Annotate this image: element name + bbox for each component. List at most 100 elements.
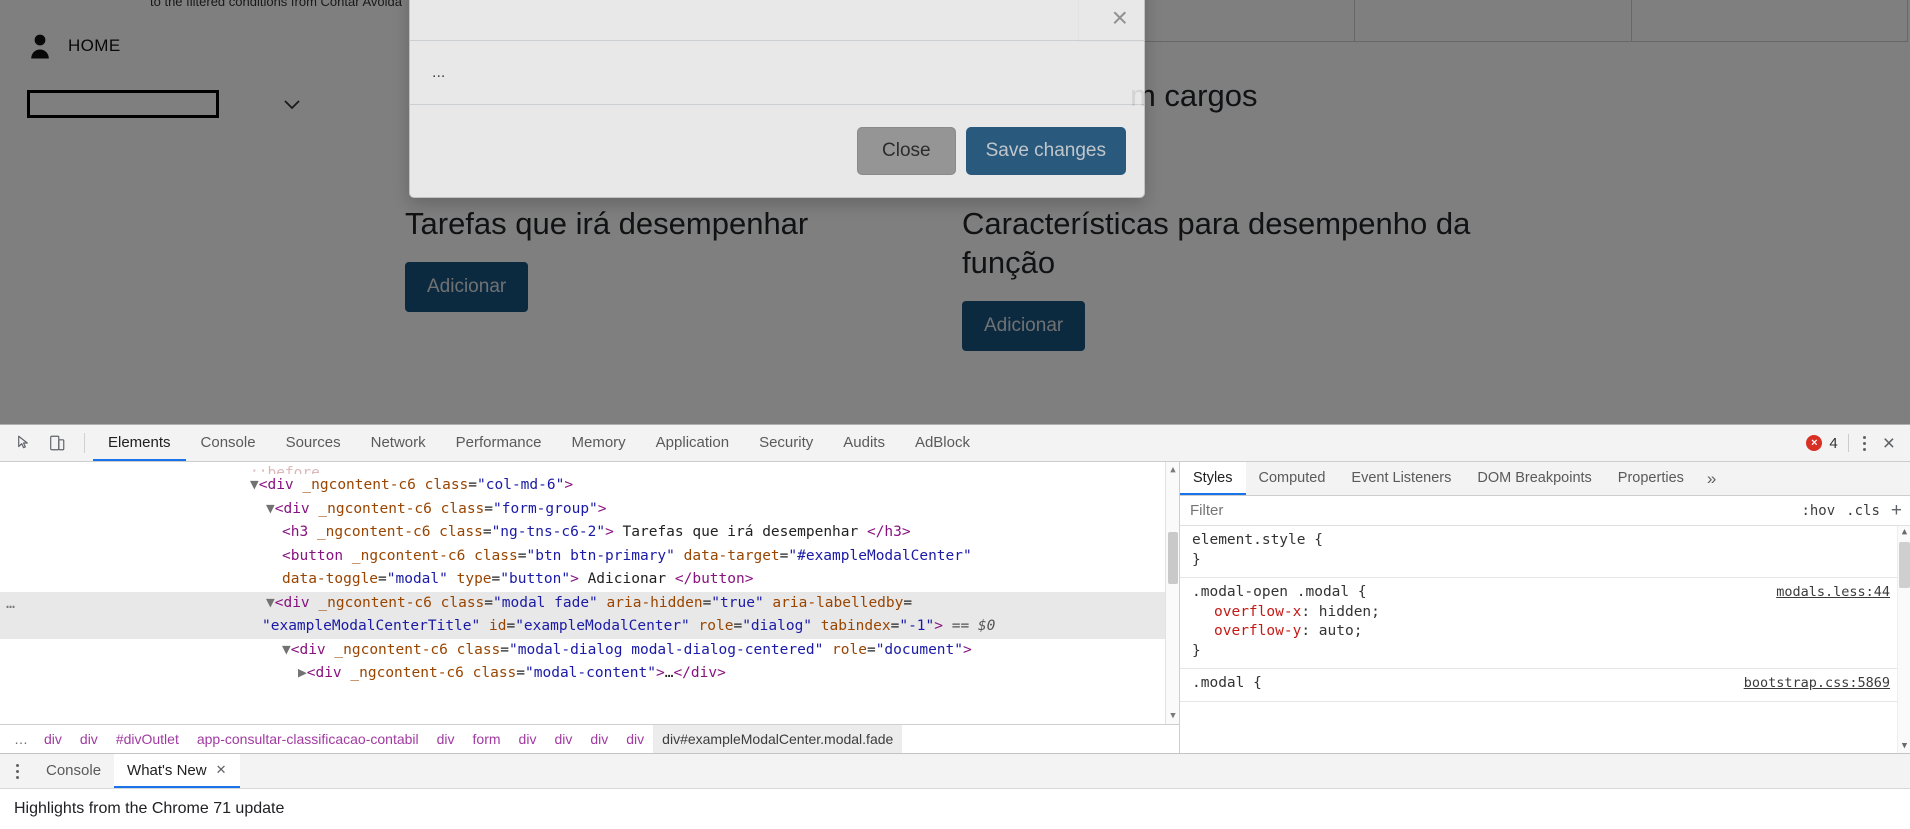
drawer-tab-label: Console xyxy=(46,761,102,779)
drawer-tab-label: What's New xyxy=(127,761,207,779)
styles-filter-row: :hov .cls + xyxy=(1180,496,1910,526)
dom-node-line[interactable]: … ▼<div _ngcontent-c6 class="modal fade" … xyxy=(0,591,1179,615)
dom-tree[interactable]: ::before ▼<div _ngcontent-c6 class="col-m… xyxy=(0,462,1179,724)
devtools-tab-adblock[interactable]: AdBlock xyxy=(900,425,985,461)
modal-body: ... xyxy=(410,41,1144,105)
browser-viewport: to the filtered conditions from Contar A… xyxy=(0,0,1910,424)
inspect-element-icon[interactable] xyxy=(12,430,38,456)
dom-tree-pane: ::before ▼<div _ngcontent-c6 class="col-m… xyxy=(0,462,1180,753)
modal-header: × xyxy=(410,0,1144,41)
error-count-label: 4 xyxy=(1829,434,1838,452)
breadcrumb-item[interactable]: #divOutlet xyxy=(107,725,188,753)
styles-tabs: Styles Computed Event Listeners DOM Breakpo… xyxy=(1180,462,1910,496)
breadcrumb-item[interactable]: div xyxy=(510,725,546,753)
drawer-tab-list: Console What's New ✕ xyxy=(33,754,240,788)
drawer-tabs: Console What's New ✕ xyxy=(0,754,1910,789)
drawer-tab-what-s-new[interactable]: What's New ✕ xyxy=(114,754,240,788)
css-rule[interactable]: element.style {} xyxy=(1180,526,1910,578)
devtools-tool-icons xyxy=(0,425,80,461)
styles-tab-event-listeners[interactable]: Event Listeners xyxy=(1338,462,1464,495)
drawer-body: Highlights from the Chrome 71 update xyxy=(0,789,1910,829)
breadcrumb-item[interactable]: div xyxy=(35,725,71,753)
css-source-link[interactable]: bootstrap.css:5869 xyxy=(1744,674,1890,694)
device-toolbar-icon[interactable] xyxy=(44,430,70,456)
breadcrumb-item[interactable]: app-consultar-classificacao-contabil xyxy=(188,725,428,753)
breadcrumb-item[interactable]: form xyxy=(464,725,510,753)
dom-node-line[interactable]: ▼<div _ngcontent-c6 class="modal-dialog … xyxy=(0,639,1179,663)
scroll-down-icon[interactable]: ▼ xyxy=(1168,711,1178,721)
dom-scrollbar[interactable]: ▲ ▼ xyxy=(1165,462,1179,724)
drawer-tab-console[interactable]: Console xyxy=(33,754,114,788)
dom-node-line[interactable]: <h3 _ngcontent-c6 class="ng-tns-c6-2"> T… xyxy=(0,521,1179,545)
close-devtools-icon[interactable]: × xyxy=(1880,433,1898,454)
chevron-right-more-icon[interactable]: » xyxy=(1697,462,1726,495)
drawer-more-icon[interactable] xyxy=(0,754,33,788)
example-modal-center: × ... Close Save changes xyxy=(409,0,1145,198)
devtools-tab-performance[interactable]: Performance xyxy=(441,425,557,461)
dom-node-line[interactable]: <button _ngcontent-c6 class="btn btn-pri… xyxy=(0,545,1179,569)
devtools-tab-console[interactable]: Console xyxy=(186,425,271,461)
scroll-up-icon[interactable]: ▲ xyxy=(1168,465,1178,475)
styles-pane: Styles Computed Event Listeners DOM Breakpo… xyxy=(1180,462,1910,753)
breadcrumb-item[interactable]: div#exampleModalCenter.modal.fade xyxy=(653,725,903,753)
css-selector[interactable]: element.style { xyxy=(1192,531,1898,551)
css-scrollbar[interactable]: ▲ ▼ xyxy=(1897,526,1910,753)
breadcrumb: … div div #divOutlet app-consultar-classific… xyxy=(0,724,1179,753)
devtools-tab-network[interactable]: Network xyxy=(356,425,441,461)
more-options-icon[interactable] xyxy=(1859,432,1870,455)
css-declaration[interactable]: overflow-x: hidden; xyxy=(1192,603,1898,623)
styles-tab-dom-breakpoints[interactable]: DOM Breakpoints xyxy=(1464,462,1604,495)
devtools-toolbar: Elements Console Sources Network Performance… xyxy=(0,425,1910,462)
css-rule-close: } xyxy=(1192,642,1201,659)
devtools-main: ::before ▼<div _ngcontent-c6 class="col-m… xyxy=(0,462,1910,753)
close-button[interactable]: Close xyxy=(857,127,956,175)
cls-toggle[interactable]: .cls xyxy=(1846,503,1880,519)
css-rule[interactable]: .modal {bootstrap.css:5869 xyxy=(1180,669,1910,702)
css-rule-close: } xyxy=(1192,551,1201,568)
error-icon: × xyxy=(1806,435,1823,451)
styles-filter-input[interactable] xyxy=(1190,502,1802,519)
scroll-down-icon[interactable]: ▼ xyxy=(1900,742,1909,751)
dom-node-line[interactable]: ▼<div _ngcontent-c6 class="col-md-6"> xyxy=(0,474,1179,498)
devtools-tab-elements[interactable]: Elements xyxy=(93,425,186,461)
css-rules-list[interactable]: element.style {} .modal-open .modal {moda… xyxy=(1180,526,1910,753)
css-source-link[interactable]: modals.less:44 xyxy=(1776,583,1890,603)
breadcrumb-item[interactable]: div xyxy=(617,725,653,753)
breadcrumb-item[interactable]: … xyxy=(8,725,35,753)
devtools-toolbar-right: × 4 × xyxy=(1806,425,1910,461)
save-changes-button[interactable]: Save changes xyxy=(965,127,1126,175)
scroll-up-icon[interactable]: ▲ xyxy=(1900,528,1909,537)
scroll-thumb[interactable] xyxy=(1899,542,1910,588)
styles-tab-properties[interactable]: Properties xyxy=(1605,462,1697,495)
devtools-panel: Elements Console Sources Network Performance… xyxy=(0,424,1910,829)
devtools-tabs: Elements Console Sources Network Performance… xyxy=(93,425,985,461)
breadcrumb-item[interactable]: div xyxy=(428,725,464,753)
dom-node-line[interactable]: "exampleModalCenterTitle" id="exampleMod… xyxy=(0,615,1179,639)
css-rule[interactable]: .modal-open .modal {modals.less:44 overfl… xyxy=(1180,578,1910,669)
dom-node-line[interactable]: ::before xyxy=(0,462,1179,474)
close-tab-icon[interactable]: ✕ xyxy=(216,762,227,778)
devtools-tab-security[interactable]: Security xyxy=(744,425,828,461)
devtools-tab-sources[interactable]: Sources xyxy=(271,425,356,461)
dom-node-line[interactable]: ▼<div _ngcontent-c6 class="form-group"> xyxy=(0,498,1179,522)
css-declaration[interactable]: overflow-y: auto; xyxy=(1192,622,1898,642)
close-icon[interactable]: × xyxy=(1112,4,1128,32)
dom-node-line[interactable]: data-toggle="modal" type="button"> Adici… xyxy=(0,568,1179,592)
devtools-tab-audits[interactable]: Audits xyxy=(828,425,900,461)
breadcrumb-item[interactable]: div xyxy=(581,725,617,753)
error-count-badge[interactable]: × 4 xyxy=(1806,434,1838,452)
styles-tab-styles[interactable]: Styles xyxy=(1180,462,1246,495)
scroll-thumb[interactable] xyxy=(1168,532,1178,584)
breadcrumb-item[interactable]: div xyxy=(545,725,581,753)
toolbar-divider xyxy=(1847,434,1849,452)
modal-footer: Close Save changes xyxy=(410,105,1144,197)
hov-toggle[interactable]: :hov xyxy=(1801,503,1835,519)
devtools-drawer: Console What's New ✕ Highlights from the C… xyxy=(0,753,1910,829)
styles-tab-computed[interactable]: Computed xyxy=(1246,462,1339,495)
dom-node-line[interactable]: ▶<div _ngcontent-c6 class="modal-content… xyxy=(0,662,1179,686)
styles-filter-tools: :hov .cls + xyxy=(1801,501,1910,520)
devtools-tab-application[interactable]: Application xyxy=(641,425,744,461)
breadcrumb-item[interactable]: div xyxy=(71,725,107,753)
new-style-rule-button[interactable]: + xyxy=(1891,501,1902,520)
devtools-tab-memory[interactable]: Memory xyxy=(557,425,641,461)
